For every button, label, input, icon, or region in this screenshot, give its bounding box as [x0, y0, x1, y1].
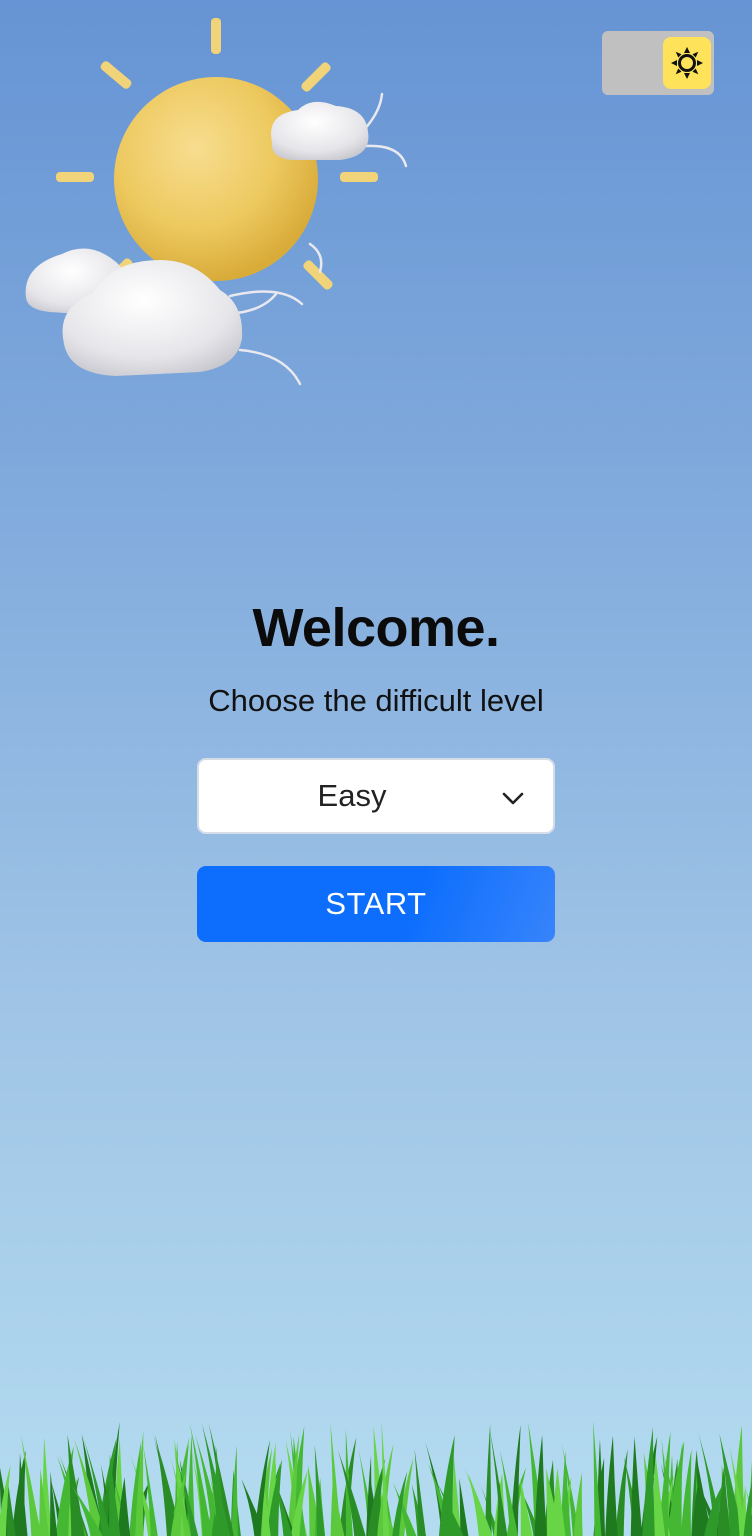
difficulty-select-value: Easy	[317, 778, 387, 813]
grass-decoration	[0, 1420, 752, 1536]
sun-behind-clouds-icon	[20, 14, 420, 394]
chevron-down-icon	[502, 792, 524, 805]
difficulty-select[interactable]: Easy	[197, 758, 555, 834]
page-title: Welcome.	[252, 598, 500, 658]
theme-toggle[interactable]	[602, 31, 714, 95]
start-button[interactable]: START	[197, 866, 555, 942]
welcome-panel: Welcome. Choose the difficult level Easy…	[0, 596, 752, 942]
sun-icon	[671, 47, 703, 79]
page-subtitle: Choose the difficult level	[208, 683, 544, 718]
toggle-knob[interactable]	[663, 37, 711, 89]
